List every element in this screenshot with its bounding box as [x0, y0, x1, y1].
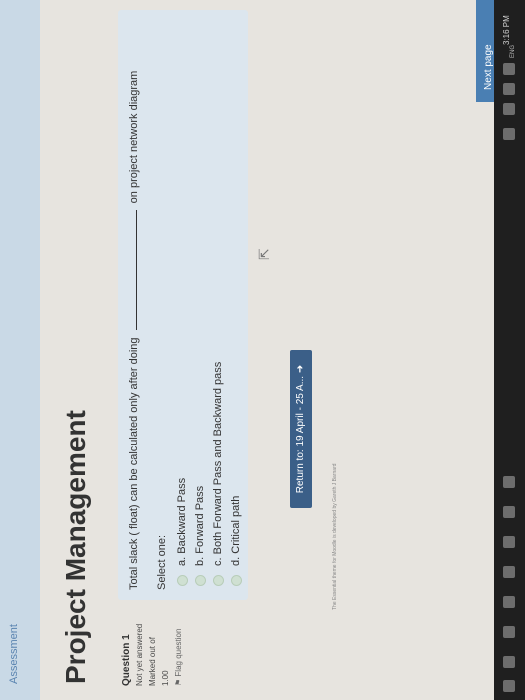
windows-taskbar: ENG 3:16 PM [494, 0, 525, 700]
breadcrumb-bar: Assessment [0, 0, 40, 700]
option-b[interactable]: b. Forward Pass [194, 486, 206, 586]
question-text-after: on project network diagram [128, 70, 140, 204]
mouse-cursor-icon: ⇱ [256, 248, 272, 260]
radio-button[interactable] [212, 575, 224, 586]
radio-button[interactable] [230, 575, 242, 586]
option-a[interactable]: a. Backward Pass [176, 478, 188, 586]
volume-icon[interactable] [503, 83, 515, 95]
task-view-icon[interactable] [503, 626, 515, 638]
question-blank [136, 210, 137, 331]
flag-question-label: Flag question [174, 628, 183, 677]
windows-start-icon[interactable] [503, 680, 515, 692]
question-text: Total slack ( float) can be calculated o… [128, 71, 140, 590]
radio-button[interactable] [176, 575, 188, 586]
file-explorer-icon[interactable] [503, 566, 515, 578]
rotated-screen: Assessment Project Management Question 1… [0, 0, 525, 700]
question-status: Not yet answered [135, 623, 144, 686]
option-label: d. Critical path [230, 495, 242, 566]
breadcrumb-assessment[interactable]: Assessment [8, 624, 20, 684]
select-one-label: Select one: [156, 534, 168, 590]
question-info-panel: Question 1 Not yet answered Marked out o… [120, 594, 230, 686]
taskbar-clock[interactable]: 3:16 PM [502, 15, 511, 45]
network-icon[interactable] [503, 103, 515, 115]
mark-value: 1.00 [161, 670, 170, 686]
option-label: a. Backward Pass [176, 477, 188, 566]
option-d[interactable]: d. Critical path [230, 496, 242, 586]
search-icon[interactable] [503, 656, 515, 668]
return-button-label: Return to: 19 April - 25 A... [295, 375, 306, 494]
marked-out-of-label: Marked out of [148, 637, 157, 686]
return-button[interactable]: Return to: 19 April - 25 A... ➜ [290, 350, 312, 508]
page-title: Project Management [60, 410, 91, 684]
radio-button[interactable] [194, 575, 206, 586]
option-label: c. Both Forward Pass and Backward pass [212, 361, 224, 566]
people-icon[interactable] [503, 128, 515, 140]
question-number: Question 1 [121, 634, 132, 686]
question-content-box: Total slack ( float) can be calculated o… [118, 10, 248, 600]
footer-credit: The Essential theme for Moodle is develo… [332, 463, 338, 610]
flag-question-link[interactable]: ⚑ Flag question [172, 594, 185, 686]
browser-icon[interactable] [503, 596, 515, 608]
arrow-right-icon: ➜ [295, 364, 306, 374]
language-indicator[interactable]: ENG [510, 45, 516, 58]
store-icon[interactable] [503, 536, 515, 548]
option-label: b. Forward Pass [194, 485, 206, 566]
battery-icon[interactable] [503, 63, 515, 75]
flag-icon: ⚑ [174, 678, 183, 686]
question-text-before: Total slack ( float) can be calculated o… [128, 337, 140, 590]
chrome-icon[interactable] [503, 476, 515, 488]
option-c[interactable]: c. Both Forward Pass and Backward pass [212, 362, 224, 586]
mail-icon[interactable] [503, 506, 515, 518]
